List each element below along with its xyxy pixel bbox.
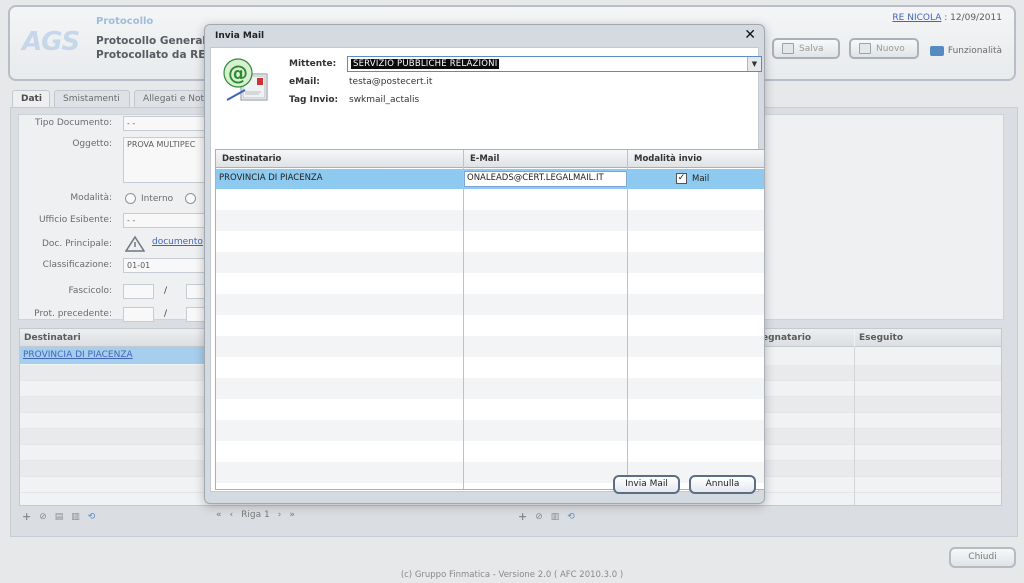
email-value: testa@postecert.it — [349, 77, 433, 87]
invia-mail-dialog: Invia Mail ✕ @ Mittente: SERVIZIO PUBBLI… — [204, 24, 765, 504]
mail-checkbox-label: Mail — [692, 174, 710, 184]
tag-invio-label: Tag Invio: — [289, 95, 339, 105]
invia-mail-button[interactable]: Invia Mail — [613, 475, 680, 494]
col-destinatario: Destinatario — [216, 150, 464, 168]
email-at-icon: @ — [223, 58, 268, 101]
svg-text:@: @ — [228, 61, 248, 85]
recipients-table: Destinatario E-Mail Modalità invio PROVI… — [215, 149, 765, 490]
col-email: E-Mail — [464, 150, 628, 168]
col-modalita: Modalità invio — [628, 150, 764, 168]
dialog-body: @ Mittente: SERVIZIO PUBBLICHE RELAZIONI… — [210, 47, 765, 492]
tag-invio-value: swkmail_actalis — [349, 95, 420, 105]
email-label: eMail: — [289, 77, 320, 87]
close-icon[interactable]: ✕ — [744, 27, 756, 43]
mittente-selected-value: SERVIZIO PUBBLICHE RELAZIONI — [351, 59, 500, 69]
chevron-down-icon[interactable]: ▼ — [747, 57, 761, 71]
mail-checkbox[interactable]: ✓ — [676, 173, 687, 184]
row-destinatario: PROVINCIA DI PIACENZA — [219, 173, 323, 183]
dialog-title: Invia Mail — [215, 31, 265, 41]
annulla-button[interactable]: Annulla — [689, 475, 756, 494]
mittente-label: Mittente: — [289, 59, 337, 69]
mittente-select[interactable]: SERVIZIO PUBBLICHE RELAZIONI ▼ — [347, 56, 762, 72]
row-email-input[interactable]: ONALEADS@CERT.LEGALMAIL.IT — [464, 171, 627, 187]
